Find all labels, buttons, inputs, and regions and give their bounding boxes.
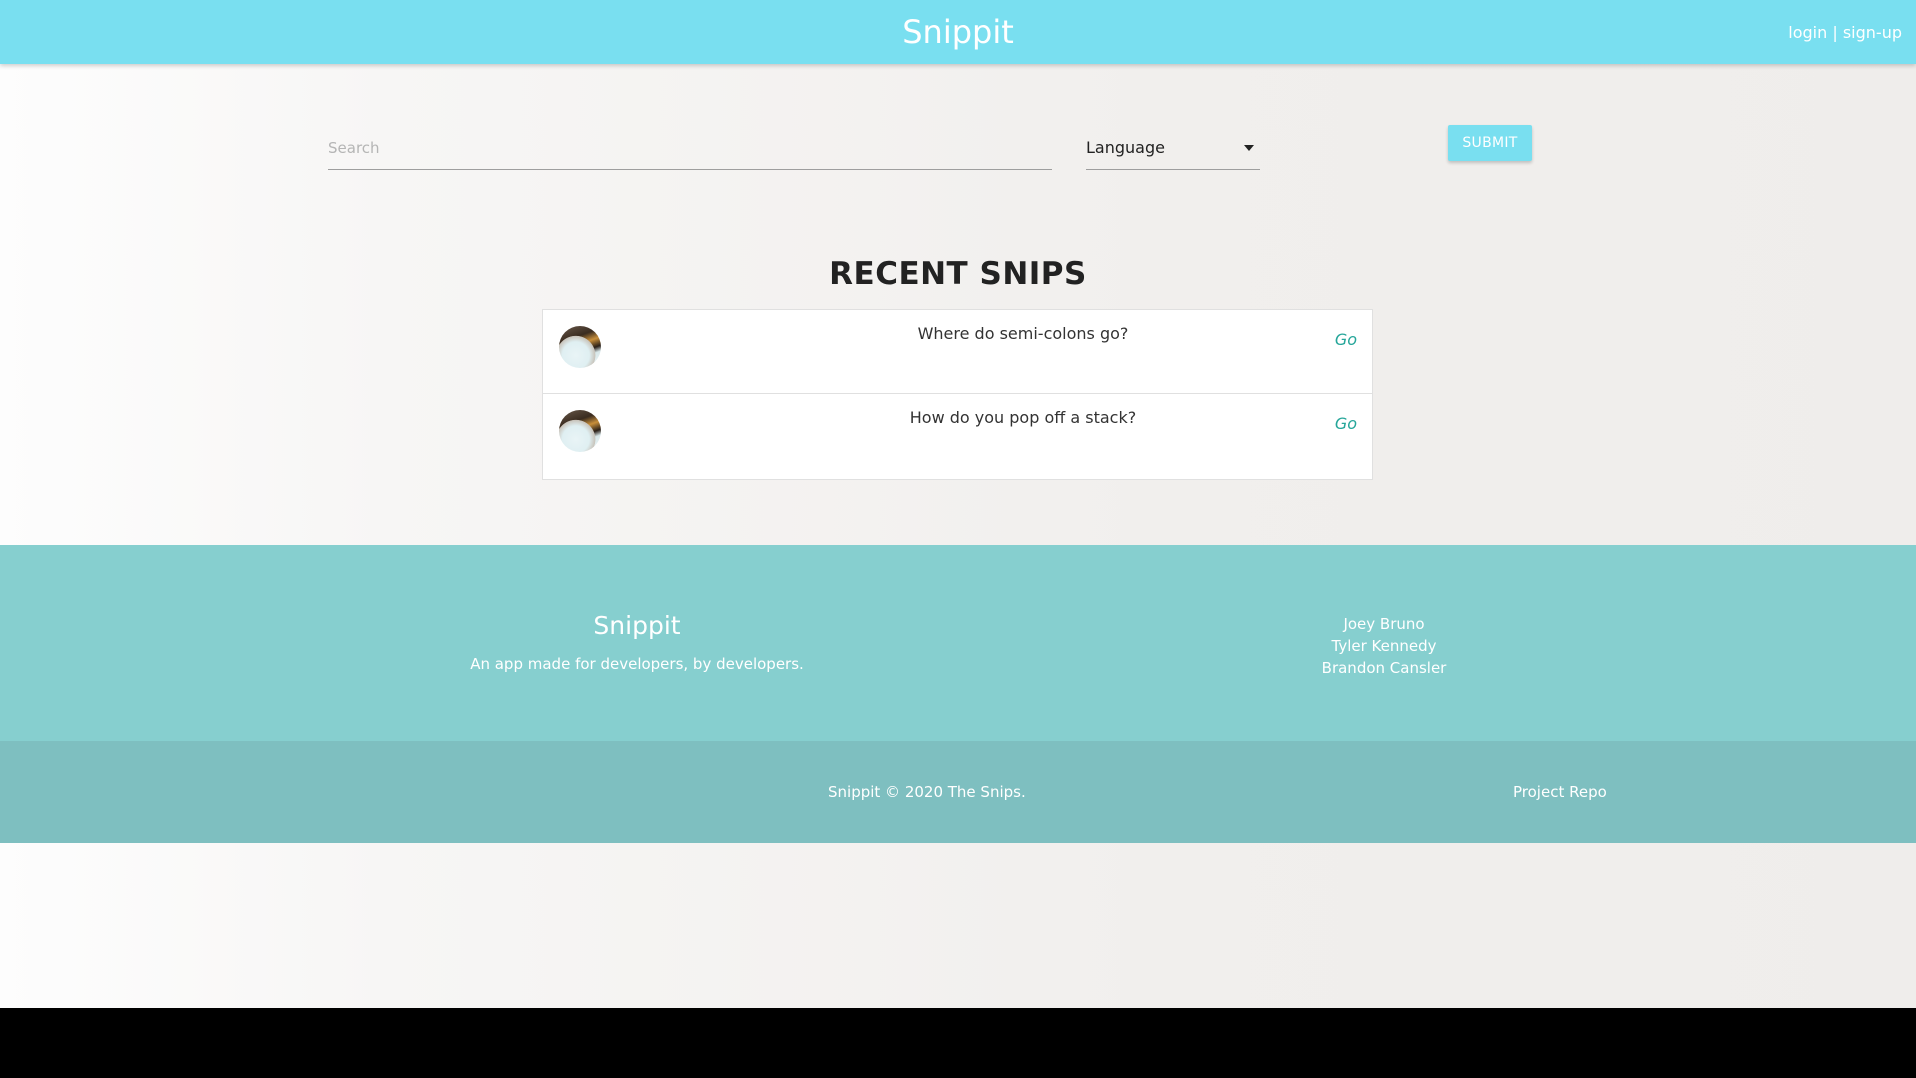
footer-title: Snippit	[593, 611, 681, 640]
language-select[interactable]: Language	[1086, 128, 1260, 170]
list-item: How do you pop off a stack? Go	[543, 394, 1372, 479]
team-member: Tyler Kennedy	[1331, 637, 1437, 655]
dropdown-caret-icon	[1244, 145, 1254, 151]
snip-title: Where do semi-colons go?	[917, 324, 1129, 343]
footer-tagline: An app made for developers, by developer…	[470, 655, 804, 673]
footer: Snippit An app made for developers, by d…	[0, 545, 1916, 741]
navbar: Snippit login | sign-up	[0, 0, 1916, 64]
login-link[interactable]: login	[1788, 23, 1827, 42]
footer-copyright-bar: Snippit © 2020 The Snips. Project Repo	[0, 741, 1916, 843]
team-list: Joey Bruno Tyler Kennedy Brandon Cansler	[1284, 613, 1484, 679]
page: Snippit login | sign-up Language SUBMIT …	[0, 0, 1916, 1008]
auth-separator: |	[1832, 23, 1838, 42]
search-input[interactable]	[328, 128, 1052, 168]
signup-link[interactable]: sign-up	[1843, 23, 1902, 42]
project-repo-link[interactable]: Project Repo	[1513, 783, 1607, 801]
recent-snips-heading: RECENT SNIPS	[829, 256, 1087, 292]
search-field	[328, 128, 1052, 170]
recent-snips-list: Where do semi-colons go? Go How do you p…	[542, 309, 1373, 480]
team-member: Joey Bruno	[1343, 615, 1425, 633]
auth-links: login | sign-up	[1788, 22, 1902, 44]
snip-title: How do you pop off a stack?	[909, 408, 1137, 427]
go-link[interactable]: Go	[1335, 414, 1357, 433]
go-link[interactable]: Go	[1335, 330, 1357, 349]
team-member: Brandon Cansler	[1321, 659, 1447, 677]
submit-button[interactable]: SUBMIT	[1448, 125, 1532, 161]
list-item: Where do semi-colons go? Go	[543, 310, 1372, 394]
site-title[interactable]: Snippit	[0, 12, 1916, 52]
language-select-value: Language	[1086, 138, 1165, 157]
copyright-text: Snippit © 2020 The Snips.	[828, 783, 1026, 801]
